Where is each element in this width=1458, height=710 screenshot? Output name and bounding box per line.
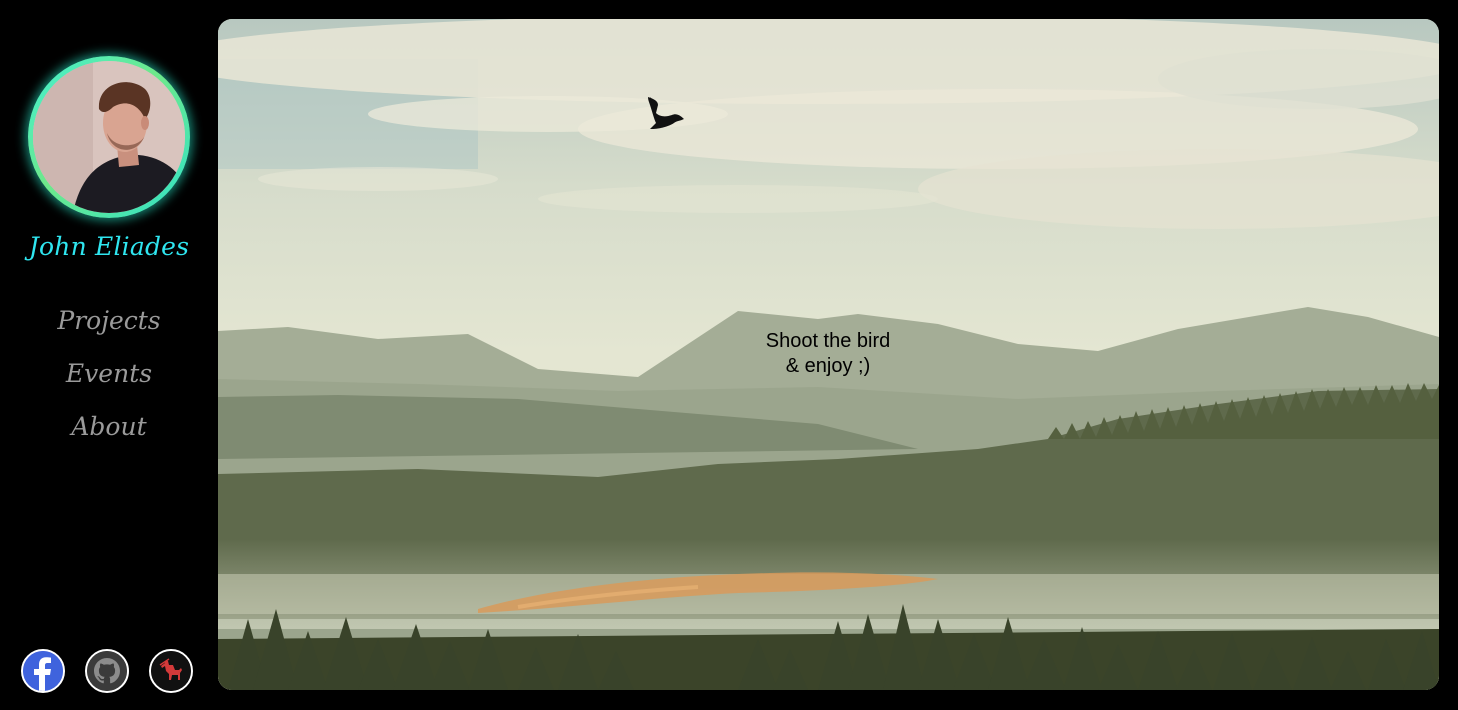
- facebook-link[interactable]: [21, 649, 65, 693]
- nav-link-about[interactable]: About: [71, 412, 146, 441]
- bird-target[interactable]: [644, 95, 688, 133]
- hero-message-line-2: & enjoy ;): [785, 355, 871, 377]
- facebook-icon: [23, 651, 63, 691]
- nav-item-about: About: [0, 412, 218, 465]
- bird-icon: [648, 97, 684, 129]
- nav-link-projects[interactable]: Projects: [57, 306, 160, 335]
- main-nav: Projects Events About: [0, 306, 218, 465]
- avatar-ring: [28, 56, 190, 218]
- avatar[interactable]: [33, 61, 185, 213]
- sidebar: John Eliades Projects Events About: [0, 0, 218, 710]
- centaur-link[interactable]: [149, 649, 193, 693]
- hero-message-line-1: Shoot the bird: [765, 330, 891, 352]
- hero-panel: Shoot the bird & enjoy ;): [218, 19, 1439, 690]
- owner-name: John Eliades: [28, 232, 190, 261]
- nav-item-events: Events: [0, 359, 218, 412]
- social-links: [0, 649, 218, 697]
- portrait-icon: [33, 61, 185, 213]
- nav-link-events[interactable]: Events: [66, 359, 152, 388]
- github-icon: [87, 651, 127, 691]
- hero-message: Shoot the bird & enjoy ;): [728, 329, 928, 379]
- nav-item-projects: Projects: [0, 306, 218, 359]
- centaur-icon: [151, 651, 191, 691]
- github-link[interactable]: [85, 649, 129, 693]
